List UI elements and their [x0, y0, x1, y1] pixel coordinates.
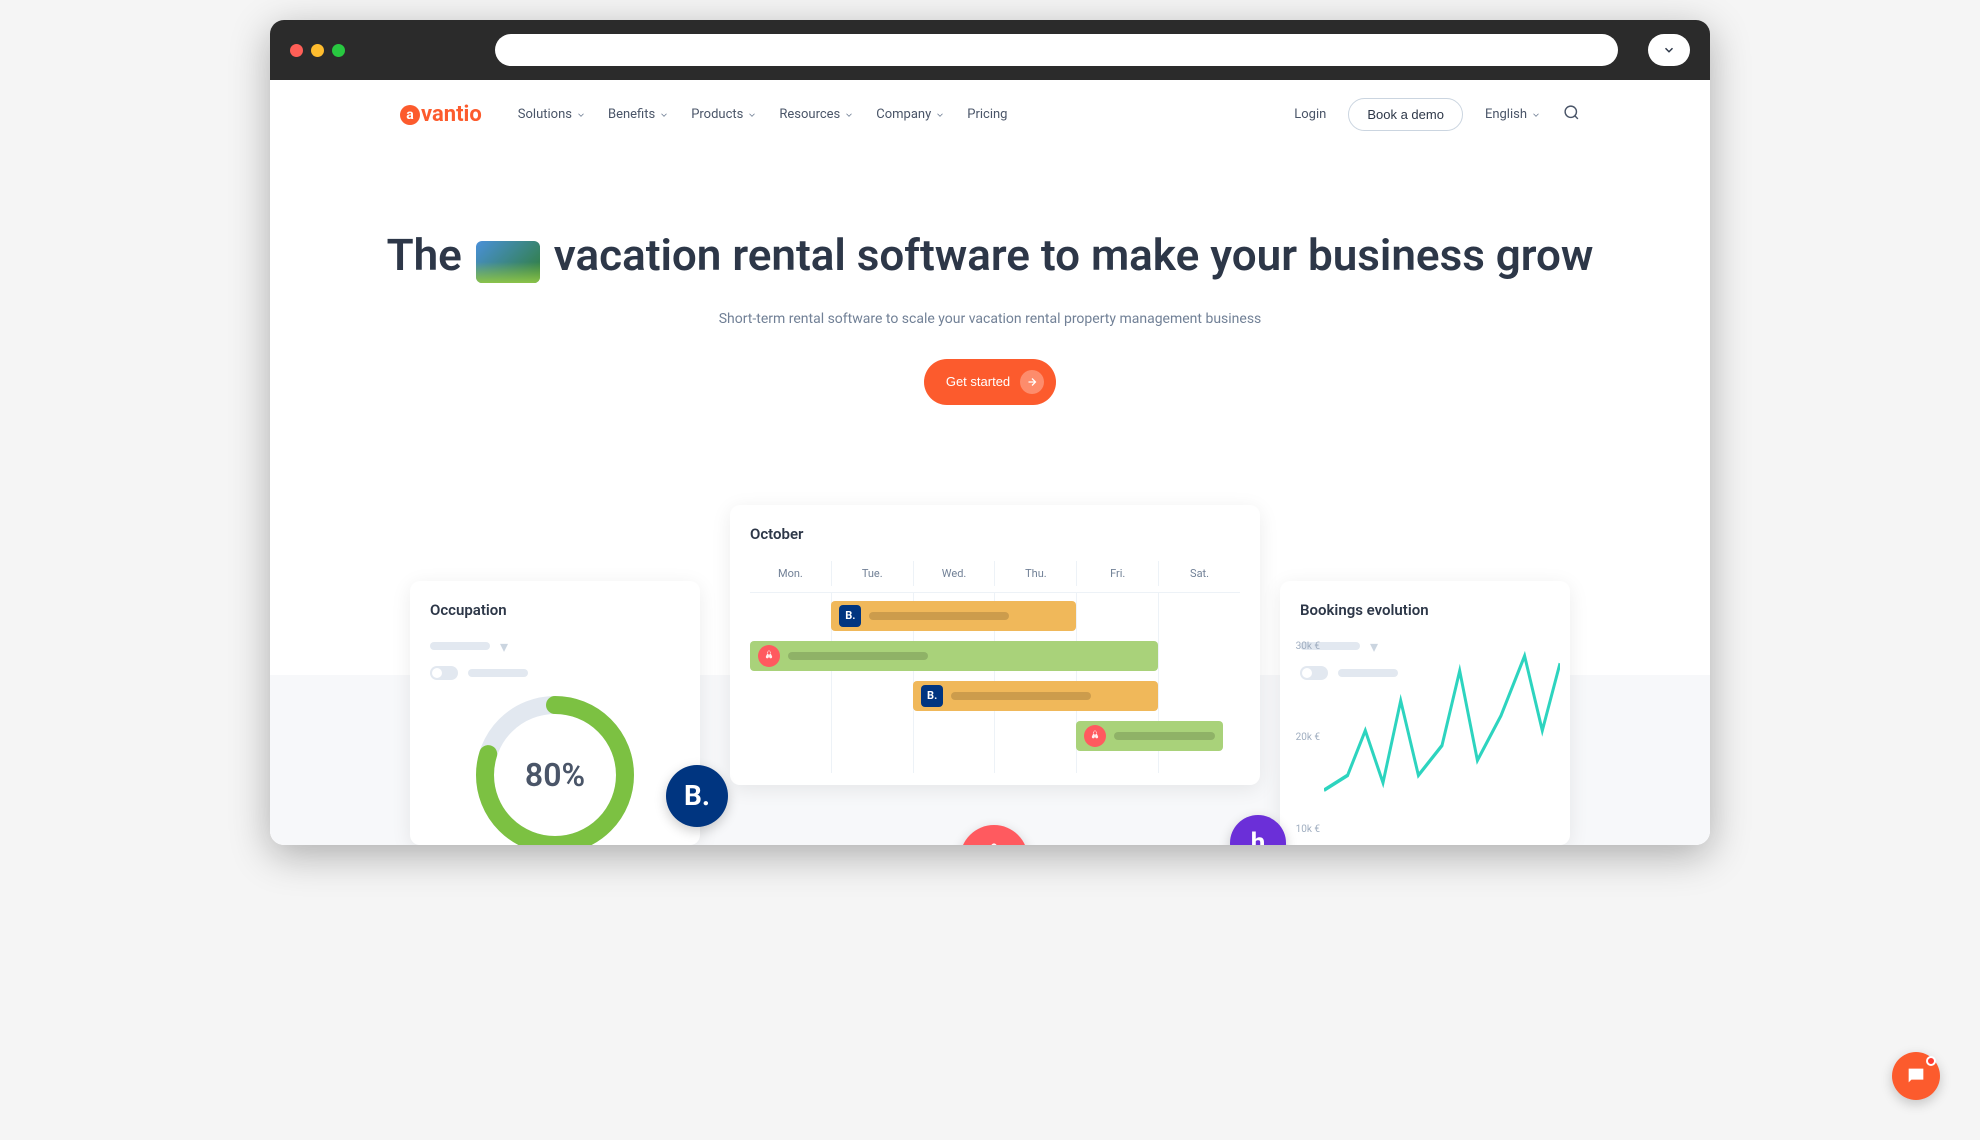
bookings-title: Bookings evolution — [1300, 601, 1550, 619]
nav-solutions[interactable]: Solutions — [518, 107, 586, 122]
main-nav: avantio Solutions Benefits Products Reso… — [270, 80, 1710, 149]
chat-widget-button[interactable] — [1892, 1052, 1940, 1100]
cal-day-mon: Mon. — [750, 561, 831, 586]
notification-dot-icon — [1926, 1056, 1936, 1066]
nav-company[interactable]: Company — [876, 107, 945, 122]
toggle-placeholder — [430, 666, 680, 680]
nav-resources[interactable]: Resources — [779, 107, 854, 122]
booking-com-badge: B. — [666, 765, 728, 827]
arrow-right-icon — [1020, 370, 1044, 394]
nav-right: Login Book a demo English — [1294, 98, 1580, 131]
nav-benefits[interactable]: Benefits — [608, 107, 669, 122]
search-button[interactable] — [1563, 104, 1580, 125]
hero-title-pre: The — [387, 229, 462, 281]
hero-inline-image — [476, 241, 540, 283]
language-selector[interactable]: English — [1485, 107, 1541, 122]
hero-subtitle: Short-term rental software to scale your… — [310, 311, 1670, 327]
chevron-down-icon — [1662, 43, 1676, 57]
cal-day-wed: Wed. — [913, 561, 995, 586]
chevron-down-icon — [576, 110, 586, 120]
get-started-button[interactable]: Get started — [924, 359, 1056, 405]
chat-icon — [1905, 1065, 1927, 1087]
homeaway-badge: h — [1230, 815, 1286, 845]
hero-heading: The vacation rental software to make you… — [310, 229, 1670, 283]
cal-day-sat: Sat. — [1158, 561, 1240, 586]
chevron-down-icon — [659, 110, 669, 120]
book-demo-button[interactable]: Book a demo — [1348, 98, 1463, 131]
dashboard-preview: Occupation ▾ 80% Octob — [270, 505, 1710, 845]
calendar-card: October Mon. Tue. Wed. Thu. Fri. Sat. B. — [730, 505, 1260, 785]
bookings-line-chart — [1324, 641, 1560, 835]
booking-bar: B. — [913, 681, 1158, 711]
nav-products[interactable]: Products — [691, 107, 757, 122]
y-tick: 20k € — [1280, 732, 1320, 743]
bookings-evolution-card: Bookings evolution ▾ 30k € 20k € 10k € — [1280, 581, 1570, 845]
logo-text: vantio — [421, 102, 482, 127]
chevron-down-icon — [747, 110, 757, 120]
airbnb-icon — [758, 645, 780, 667]
occupation-title: Occupation — [430, 601, 680, 619]
chart-y-axis: 30k € 20k € 10k € — [1280, 641, 1320, 835]
nav-pricing[interactable]: Pricing — [967, 107, 1007, 122]
y-tick: 30k € — [1280, 641, 1320, 652]
occupation-card: Occupation ▾ 80% — [410, 581, 700, 845]
hero-title-post: vacation rental software to make your bu… — [554, 229, 1594, 281]
browser-menu-button[interactable] — [1648, 34, 1690, 66]
page: avantio Solutions Benefits Products Reso… — [270, 80, 1710, 845]
browser-titlebar — [270, 20, 1710, 80]
login-link[interactable]: Login — [1294, 107, 1326, 122]
hero-section: The vacation rental software to make you… — [270, 149, 1710, 445]
airbnb-icon — [1084, 725, 1106, 747]
booking-icon: B. — [921, 685, 943, 707]
url-bar[interactable] — [495, 34, 1618, 66]
logo-mark: a — [400, 105, 420, 125]
cal-day-fri: Fri. — [1076, 561, 1158, 586]
cal-day-thu: Thu. — [994, 561, 1076, 586]
minimize-window-button[interactable] — [311, 44, 324, 57]
cal-day-tue: Tue. — [831, 561, 913, 586]
browser-window: avantio Solutions Benefits Products Reso… — [270, 20, 1710, 845]
occupation-donut-chart: 80% — [470, 690, 640, 845]
booking-icon: B. — [839, 605, 861, 627]
nav-menu: Solutions Benefits Products Resources Co… — [518, 107, 1008, 122]
chevron-down-icon — [935, 110, 945, 120]
calendar-body: B. B. — [750, 593, 1240, 773]
maximize-window-button[interactable] — [332, 44, 345, 57]
close-window-button[interactable] — [290, 44, 303, 57]
chevron-down-icon — [844, 110, 854, 120]
window-controls — [290, 44, 345, 57]
filter-placeholder: ▾ — [430, 637, 680, 656]
brand-logo[interactable]: avantio — [400, 102, 482, 127]
calendar-header: Mon. Tue. Wed. Thu. Fri. Sat. — [750, 561, 1240, 593]
booking-bar — [1076, 721, 1223, 751]
chevron-down-icon — [1531, 110, 1541, 120]
y-tick: 10k € — [1280, 824, 1320, 835]
booking-bar: B. — [831, 601, 1076, 631]
airbnb-badge — [960, 825, 1028, 845]
search-icon — [1563, 104, 1580, 121]
booking-bar — [750, 641, 1158, 671]
calendar-month: October — [750, 525, 1240, 543]
occupation-percent: 80% — [525, 756, 585, 794]
